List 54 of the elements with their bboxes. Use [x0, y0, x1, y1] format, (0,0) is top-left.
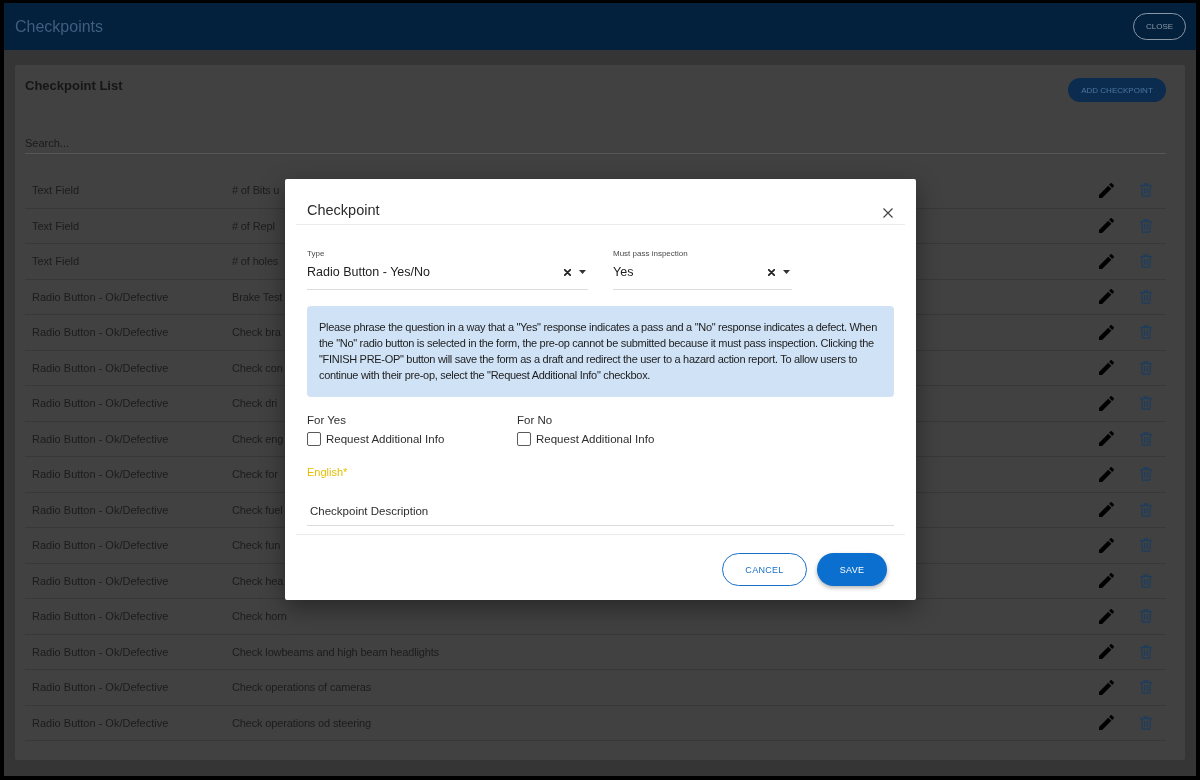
pencil-icon[interactable] — [1098, 431, 1114, 447]
dialog-title: Checkpoint — [307, 201, 380, 219]
trash-icon[interactable] — [1140, 325, 1152, 340]
option-heading: For No — [517, 413, 553, 427]
language-label: English* — [307, 465, 348, 479]
window-title: Checkpoints — [15, 17, 104, 36]
pencil-icon[interactable] — [1098, 466, 1114, 482]
description-field[interactable]: Checkpoint Description — [307, 492, 894, 526]
trash-icon[interactable] — [1140, 183, 1152, 198]
pencil-icon[interactable] — [1098, 537, 1114, 553]
pencil-icon[interactable] — [1098, 360, 1114, 376]
checkbox[interactable] — [517, 432, 531, 446]
clear-icon[interactable] — [768, 268, 775, 276]
trash-icon[interactable] — [1140, 431, 1152, 446]
info-message: Please phrase the question in a way that a "Yes" response indicates a pass and a "No" response indicates a defect. When the "No" radio button is selected in the form, the pre-op cannot be submitted because it must pass inspection. Clicking the "FINISH PRE-OP" button will save the form as a draft and redirect the user to a hazard action report. To allow users to continue with their pre-op, select the "Request Additional Info" checkbox. — [307, 306, 894, 397]
trash-icon[interactable] — [1140, 467, 1152, 482]
cancel-button[interactable]: CANCEL — [722, 553, 807, 586]
option-heading: For Yes — [307, 413, 346, 427]
select-field[interactable]: Radio Button - Yes/No — [307, 259, 588, 290]
field-label: Must pass inspection — [613, 249, 688, 259]
select-field[interactable]: Yes — [613, 259, 792, 290]
checkbox-label[interactable]: Request Additional Info — [536, 432, 655, 446]
trash-icon[interactable] — [1140, 680, 1152, 695]
pencil-icon[interactable] — [1098, 395, 1114, 411]
field-label: Type — [307, 249, 325, 259]
pencil-icon[interactable] — [1098, 218, 1114, 234]
pencil-icon[interactable] — [1098, 182, 1114, 198]
pencil-icon[interactable] — [1098, 715, 1114, 731]
trash-icon[interactable] — [1140, 644, 1152, 659]
pencil-icon[interactable] — [1098, 502, 1114, 518]
pencil-icon[interactable] — [1098, 679, 1114, 695]
trash-icon[interactable] — [1140, 609, 1152, 624]
caret-icon[interactable] — [579, 270, 586, 274]
trash-icon[interactable] — [1140, 254, 1152, 269]
trash-icon[interactable] — [1140, 218, 1152, 233]
pencil-icon[interactable] — [1098, 644, 1114, 660]
checkbox-label[interactable]: Request Additional Info — [326, 432, 445, 446]
save-button[interactable]: SAVE — [817, 553, 887, 586]
pencil-icon[interactable] — [1098, 289, 1114, 305]
trash-icon[interactable] — [1140, 502, 1152, 517]
trash-icon[interactable] — [1140, 396, 1152, 411]
trash-icon[interactable] — [1140, 360, 1152, 375]
checkbox[interactable] — [307, 432, 321, 446]
trash-icon[interactable] — [1140, 573, 1152, 588]
pencil-icon[interactable] — [1098, 573, 1114, 589]
pencil-icon[interactable] — [1098, 608, 1114, 624]
close-icon[interactable] — [883, 208, 893, 218]
pencil-icon[interactable] — [1098, 324, 1114, 340]
trash-icon[interactable] — [1140, 538, 1152, 553]
trash-icon[interactable] — [1140, 289, 1152, 304]
clear-icon[interactable] — [564, 268, 571, 276]
caret-icon[interactable] — [783, 270, 790, 274]
pencil-icon[interactable] — [1098, 253, 1114, 269]
trash-icon[interactable] — [1140, 715, 1152, 730]
